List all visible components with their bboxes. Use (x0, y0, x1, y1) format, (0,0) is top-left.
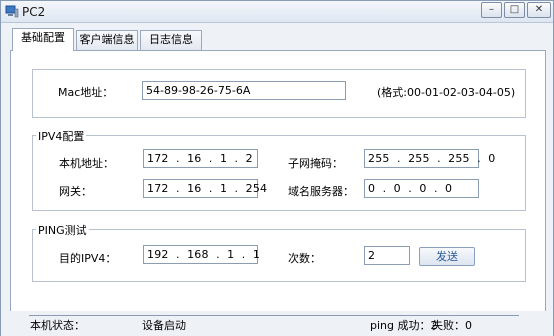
maximize-button[interactable]: □ (504, 2, 525, 18)
status-divider (29, 315, 519, 316)
subnet-mask-input[interactable]: 255 . 255 . 255 . 0 (364, 149, 495, 168)
minimize-button[interactable]: – (481, 2, 502, 18)
ipv4-config-group: IPV4配置 (32, 128, 526, 211)
title-bar[interactable]: PC2 – □ ✕ (1, 1, 553, 23)
mac-address-input[interactable]: 54-89-98-26-75-6A (142, 81, 346, 100)
tab-log-info[interactable]: 日志信息 (140, 30, 202, 50)
pc-app-icon (5, 5, 19, 18)
ping-success-count: ping 成功：2 (370, 319, 438, 332)
local-ip-input[interactable]: 172 . 16 . 1 . 2 (143, 149, 258, 168)
device-status-label: 本机状态： (30, 319, 85, 332)
dns-server-label: 域名服务器： (288, 185, 354, 198)
mac-address-label: Mac地址： (58, 86, 114, 99)
ping-count-label: 次数： (288, 252, 321, 265)
dns-server-input[interactable]: 0 . 0 . 0 . 0 (364, 179, 479, 198)
ping-count-input[interactable]: 2 (364, 246, 410, 265)
ping-fail-count: 失败：0 (432, 319, 472, 332)
tab-client-info[interactable]: 客户端信息 (76, 30, 138, 50)
close-button[interactable]: ✕ (527, 2, 551, 18)
pc2-window: PC2 – □ ✕ 基础配置 客户端信息 日志信息 Mac地址： 54-89-9… (0, 0, 554, 336)
ping-test-legend: PING测试 (36, 222, 89, 238)
tab-basic-config[interactable]: 基础配置 (12, 28, 74, 51)
mac-format-hint: (格式:00-01-02-03-04-05) (377, 86, 516, 99)
gateway-input[interactable]: 172 . 16 . 1 . 254 (143, 179, 267, 198)
device-status-value: 设备启动 (142, 319, 186, 332)
dest-ipv4-input[interactable]: 192 . 168 . 1 . 1 (143, 245, 260, 264)
window-title: PC2 (22, 5, 46, 19)
ipv4-config-legend: IPV4配置 (36, 128, 87, 144)
subnet-mask-label: 子网掩码： (288, 157, 343, 170)
dest-ipv4-label: 目的IPV4： (59, 252, 117, 265)
local-ip-label: 本机地址： (59, 157, 114, 170)
gateway-label: 网关： (59, 185, 92, 198)
send-button[interactable]: 发送 (419, 247, 475, 266)
